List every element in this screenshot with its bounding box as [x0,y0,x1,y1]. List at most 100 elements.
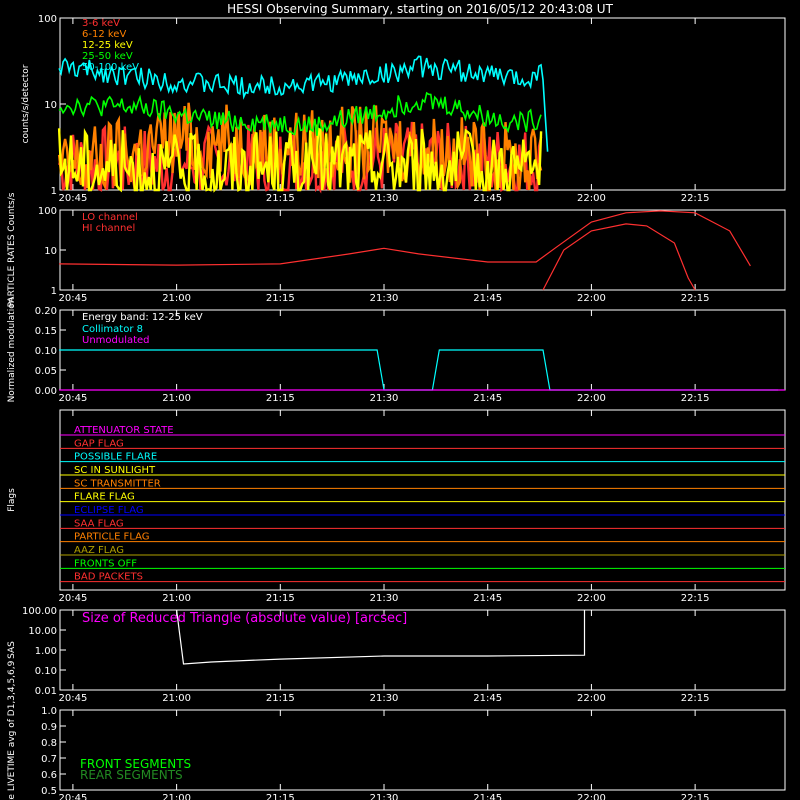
x-tick-label: 21:30 [370,393,399,404]
x-tick-label: 21:30 [370,593,399,604]
legend-entry: REAR SEGMENTS [80,768,183,782]
y-tick-label: 0.5 [41,786,57,797]
y-tick-label: 0.7 [41,754,57,765]
legend-entry: 6-12 keV [82,29,126,40]
x-tick-label: 22:15 [681,593,710,604]
x-tick-label: 22:15 [681,193,710,204]
panel-frame [59,209,786,291]
x-tick-label: 21:30 [370,193,399,204]
y-tick-label: 0.9 [41,722,57,733]
x-tick-label: 21:45 [473,193,502,204]
y-tick-label: 0.10 [35,666,57,677]
legend-entry: LO channel [82,212,138,223]
series-line [59,349,779,391]
x-tick-label: 20:45 [58,293,87,304]
x-tick-label: 22:00 [577,193,606,204]
legend-entry: Collimator 8 [82,324,143,335]
y-axis-label: counts/s/detector [21,64,31,143]
flag-label: PARTICLE FLAG [74,532,150,543]
y-tick-label: 0.10 [35,346,57,357]
x-tick-label: 20:45 [58,593,87,604]
x-tick-label: 21:30 [370,793,399,800]
y-axis-label: PARTICLE RATES Counts/s [7,192,17,307]
x-tick-label: 21:15 [266,293,295,304]
y-tick-label: 0.01 [35,686,57,697]
flag-label: SAA FLAG [74,518,124,529]
x-tick-label: 21:15 [266,593,295,604]
panel-annotation: Energy band: 12-25 keV [82,312,203,323]
panel-annotation: Size of Reduced Triangle (absolute value… [82,611,407,626]
y-tick-label: 1.0 [41,706,57,717]
series-line [59,210,751,267]
x-tick-label: 22:00 [577,593,606,604]
y-tick-label: 0.15 [35,326,57,337]
x-tick-label: 21:15 [266,693,295,704]
y-tick-label: 0.05 [35,366,57,377]
flag-label: FLARE FLAG [74,492,135,503]
panel-frame [59,409,786,591]
x-tick-label: 22:00 [577,393,606,404]
y-tick-label: 1 [51,186,57,197]
x-tick-label: 22:15 [681,293,710,304]
x-tick-label: 21:15 [266,793,295,800]
y-tick-label: 10.00 [28,626,57,637]
y-tick-label: 100 [38,206,57,217]
flag-label: FRONTS OFF [74,558,137,569]
y-axis-label: Normalized modulation [7,298,17,403]
x-tick-label: 21:15 [266,193,295,204]
x-tick-label: 22:00 [577,693,606,704]
flag-label: POSSIBLE FLARE [74,452,157,463]
y-tick-label: 0.20 [35,306,57,317]
y-tick-label: 100 [38,14,57,25]
legend-entry: Unmodulated [82,335,150,346]
x-tick-label: 22:15 [681,393,710,404]
x-tick-label: 21:00 [162,593,191,604]
y-tick-label: 0.6 [41,770,57,781]
series-line [542,223,696,291]
x-tick-label: 21:45 [473,793,502,800]
x-tick-label: 22:00 [577,793,606,800]
flag-label: AAZ FLAG [74,545,124,556]
legend-entry: 3-6 keV [82,18,120,29]
x-tick-label: 21:00 [162,193,191,204]
y-tick-label: 1 [51,286,57,297]
x-tick-label: 21:00 [162,793,191,800]
y-axis-label: SAS [7,641,17,659]
flag-label: SC TRANSMITTER [74,478,161,489]
flag-label: ATTENUATOR STATE [74,425,174,436]
y-tick-label: 0.00 [35,386,57,397]
x-tick-label: 20:45 [58,393,87,404]
flag-label: BAD PACKETS [74,572,143,583]
flag-label: GAP FLAG [74,438,124,449]
x-tick-label: 21:45 [473,693,502,704]
y-tick-label: 1.00 [35,646,57,657]
y-tick-label: 10 [44,246,57,257]
x-tick-label: 21:45 [473,393,502,404]
page-title: HESSI Observing Summary, starting on 201… [227,2,613,16]
x-tick-label: 21:45 [473,593,502,604]
y-tick-label: 0.8 [41,738,57,749]
x-tick-label: 21:15 [266,393,295,404]
x-tick-label: 21:30 [370,693,399,704]
series-line [58,91,542,136]
x-tick-label: 21:00 [162,693,191,704]
y-tick-label: 100.00 [22,606,57,617]
x-tick-label: 22:00 [577,293,606,304]
x-tick-label: 20:45 [58,793,87,800]
legend-entry: 12-25 keV [82,40,133,51]
legend-entry: HI channel [82,223,135,234]
y-axis-label: Flags [7,488,17,512]
y-axis-label: Mon. Rate LIVETIME avg of D1,3,4,5,6,9 [7,660,17,800]
flag-label: ECLIPSE FLAG [74,505,144,516]
flag-label: SC IN SUNLIGHT [74,465,156,476]
y-tick-label: 10 [44,100,57,111]
x-tick-label: 21:00 [162,293,191,304]
x-tick-label: 22:15 [681,693,710,704]
x-tick-label: 21:00 [162,393,191,404]
plot-layers: 20:45 21:00 21:15 21:30 21:45 22:00 22:15 count… [7,14,786,800]
legend-entry: 50-100 keV [82,62,139,73]
x-tick-label: 21:45 [473,293,502,304]
x-tick-label: 21:30 [370,293,399,304]
summary-plot: HESSI Observing Summary, starting on 201… [7,2,786,800]
x-tick-label: 20:45 [58,193,87,204]
